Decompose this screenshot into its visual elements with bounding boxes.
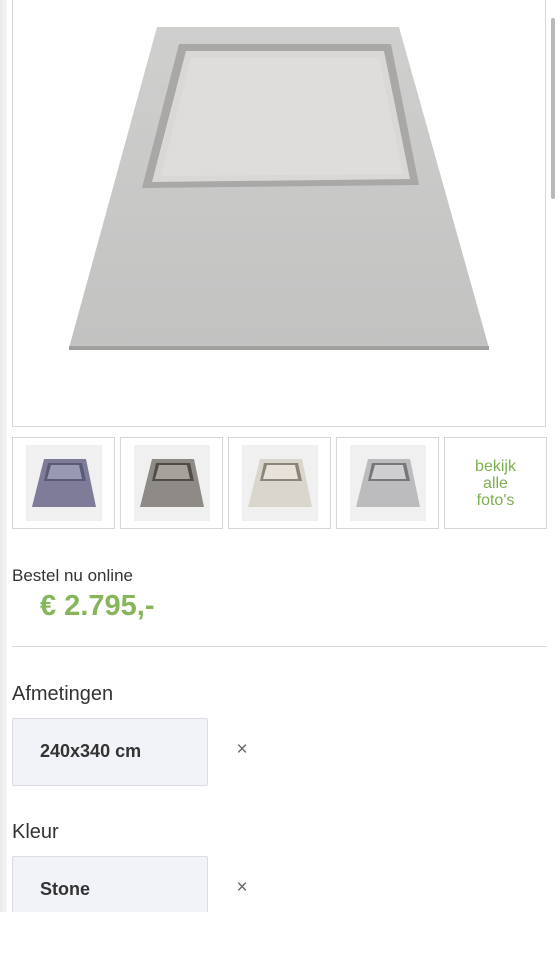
size-option[interactable]: 240x340 cm <box>12 718 208 786</box>
clear-size-icon[interactable]: × <box>233 740 251 759</box>
clear-color-icon[interactable]: × <box>233 878 251 897</box>
rug-thumbnail-icon <box>356 459 420 507</box>
page-left-edge <box>0 0 7 912</box>
size-value: 240x340 cm <box>40 741 142 761</box>
thumbnail-3[interactable] <box>228 437 331 529</box>
rug-image <box>69 27 489 350</box>
thumbnail-4[interactable] <box>336 437 439 529</box>
view-all-line-1: bekijk <box>475 457 516 475</box>
rug-thumbnail-icon <box>248 459 312 507</box>
thumbnail-strip: bekijk alle foto's <box>12 437 548 529</box>
rug-thumbnail-icon <box>32 459 96 507</box>
divider <box>12 646 547 647</box>
order-online-label: Bestel nu online <box>12 566 133 585</box>
price: € 2.795,- <box>40 590 155 622</box>
page-bottom-area <box>0 912 560 974</box>
color-value: Stone <box>40 879 91 899</box>
main-product-image[interactable] <box>12 0 546 427</box>
view-all-line-2: alle <box>483 474 508 492</box>
rug-thumbnail-icon <box>140 459 204 507</box>
size-label: Afmetingen <box>12 683 114 705</box>
scrollbar[interactable] <box>551 18 555 199</box>
view-all-line-3: foto's <box>476 491 515 509</box>
thumbnail-2[interactable] <box>120 437 223 529</box>
view-all-photos-link[interactable]: bekijk alle foto's <box>444 437 547 529</box>
thumbnail-1[interactable] <box>12 437 115 529</box>
color-label: Kleur <box>12 821 59 843</box>
